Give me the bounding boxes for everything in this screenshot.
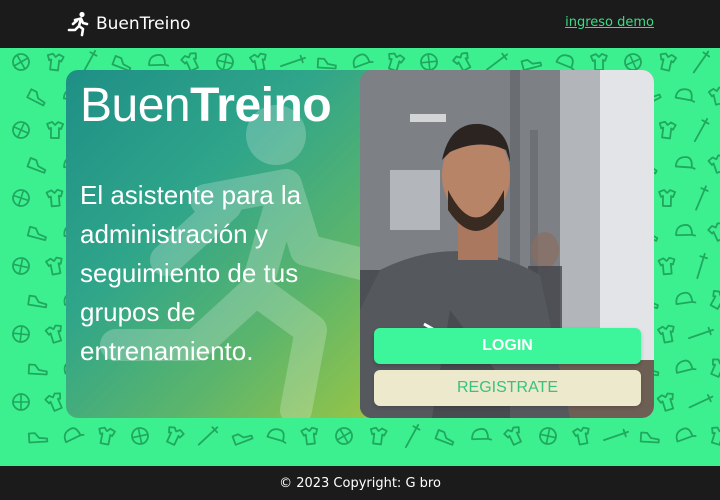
doodle-icon [45,256,63,276]
doodle-icon [111,55,132,72]
doodle-icon [710,426,720,446]
hero-title-light: Buen [80,79,191,132]
hero-title: BuenTreino [80,78,332,133]
doodle-icon [12,393,30,411]
doodle-icon [658,120,677,140]
doodle-icon [27,294,48,309]
doodle-icon [420,53,438,71]
doodle-icon [63,427,85,444]
doodle-icon [657,324,675,344]
doodle-icon [300,426,319,446]
doodle-icon [148,54,170,67]
doodle-icon [539,427,557,445]
doodle-icon [709,289,720,310]
doodle-icon [657,256,676,276]
doodle-icon [44,324,63,344]
doodle-icon [369,426,388,446]
doodle-icon [471,428,493,441]
doodle-icon [520,58,543,72]
doodle-icon [12,189,30,207]
doodle-icon [707,154,720,174]
doodle-icon [693,117,710,143]
doodle-icon [197,426,219,446]
trainer-photo-illustration [360,70,654,418]
running-person-icon [67,11,89,37]
doodle-icon [603,428,629,442]
doodle-icon [696,252,708,280]
doodle-icon [658,189,677,207]
demo-login-link[interactable]: ingreso demo [565,15,654,30]
doodle-icon [27,432,49,444]
copyright-text: © 2023 Copyright: G bro [279,475,441,491]
doodle-icon [45,188,64,208]
trainer-photo [360,70,654,418]
doodle-icon [352,53,374,69]
doodle-icon [404,423,421,449]
doodle-icon [44,392,63,412]
doodle-icon [12,53,30,71]
doodle-icon [707,86,720,106]
doodle-icon [692,50,711,74]
doodle-icon [659,52,678,72]
doodle-icon [688,326,714,340]
doodle-icon [26,225,47,242]
doodle-icon [131,427,149,445]
doodle-icon [710,358,720,378]
doodle-icon [335,427,353,445]
doodle-icon [26,157,47,174]
doodle-icon [656,392,675,412]
doodle-icon [26,88,46,107]
doodle-icon [589,53,608,71]
doodle-icon [316,57,337,70]
doodle-icon [46,52,65,72]
doodle-icon [46,121,65,139]
doodle-icon [434,429,455,446]
doodle-icon [695,185,709,211]
login-button[interactable]: LOGIN [374,328,641,364]
brand-name: BuenTreino [96,14,191,34]
doodle-icon [555,54,575,71]
doodle-icon [12,325,30,343]
doodle-icon [166,426,185,446]
hero-title-bold: Treino [190,79,332,132]
register-button[interactable]: REGISTRATE [374,370,641,406]
doodle-icon [98,426,116,446]
doodle-icon [231,433,254,446]
hero-subtitle: El asistente para la administración y se… [80,180,302,366]
doodle-icon [266,428,287,444]
doodle-icon [12,121,30,139]
doodle-icon [675,224,697,237]
doodle-icon [674,156,696,170]
doodle-icon [249,52,267,72]
doodle-icon [675,427,697,443]
doodle-icon [503,426,522,446]
doodle-icon [216,53,234,71]
footer: © 2023 Copyright: G bro [0,466,720,500]
doodle-icon [688,394,714,409]
doodle-icon [675,359,697,374]
brand[interactable]: BuenTreino [66,11,191,37]
top-navbar: BuenTreino ingreso demo [0,0,720,48]
doodle-icon [674,88,696,103]
doodle-icon [27,363,48,376]
doodle-icon [572,426,590,446]
doodle-icon [675,291,697,305]
doodle-icon [387,52,406,72]
doodle-icon [12,257,30,275]
doodle-icon [707,222,720,242]
doodle-icon [639,431,660,444]
